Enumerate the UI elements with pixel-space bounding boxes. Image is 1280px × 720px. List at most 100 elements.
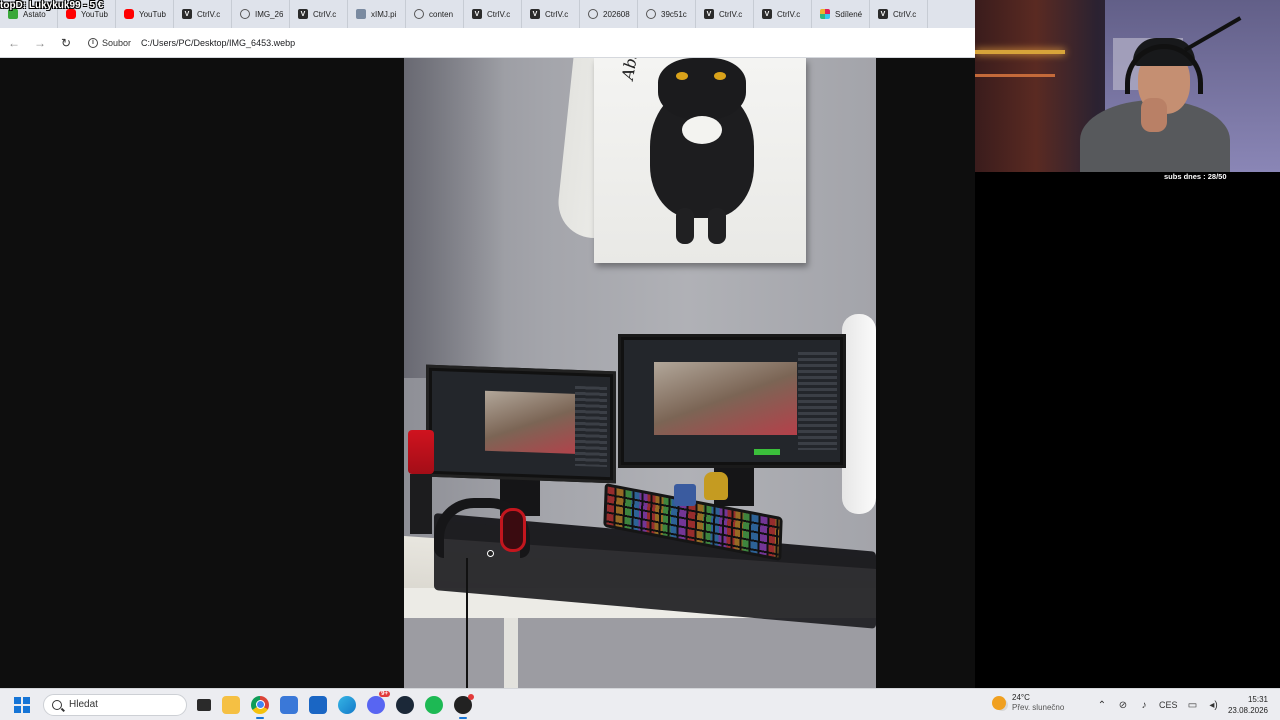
browser-tab-label: Sdílené	[835, 9, 863, 19]
weather-text: 24°C Přev. slunečno	[1012, 693, 1064, 713]
taskbar-search[interactable]: Hledat	[43, 693, 187, 716]
outlook-icon[interactable]	[309, 695, 327, 714]
windows-logo-tile	[23, 696, 30, 704]
browser-tab[interactable]: xIMJ.pi	[348, 0, 406, 28]
windows-taskbar: Hledat 9+ 24°C Přev. slunečno ⌃ ⊘ ♪ CES …	[0, 688, 1280, 720]
display-icon[interactable]: ▭	[1187, 699, 1199, 711]
start-button[interactable]	[11, 694, 33, 716]
search-icon	[52, 699, 62, 710]
ctrlv-icon: V	[182, 9, 192, 19]
browser-tab-label: CtrlV.c	[777, 9, 801, 19]
red-microphone	[408, 430, 434, 474]
browser-tab[interactable]: 202608	[580, 0, 638, 28]
edge-icon[interactable]	[338, 695, 356, 714]
url-text[interactable]: C:/Users/PC/Desktop/IMG_6453.webp	[141, 38, 295, 48]
webcam-shelf-light	[975, 50, 1065, 54]
left-monitor-screen	[432, 370, 610, 478]
back-button[interactable]: ←	[2, 31, 26, 55]
weather-temp: 24°C	[1012, 693, 1030, 702]
ctrlv-icon: V	[472, 9, 482, 19]
youtube-icon	[124, 9, 134, 19]
cat-paw-right	[708, 208, 726, 244]
under-desk	[404, 618, 876, 688]
search-placeholder: Hledat	[69, 699, 98, 710]
windows-logo-icon	[14, 696, 21, 704]
browser-tab[interactable]: YouTub	[116, 0, 174, 28]
chrome-icon[interactable]	[251, 695, 269, 719]
browser-tab[interactable]: V CtrlV.c	[696, 0, 754, 28]
browser-tab[interactable]: V CtrlV.c	[464, 0, 522, 28]
browser-toolbar: ← → ↻ i Soubor C:/Users/PC/Desktop/IMG_6…	[0, 28, 975, 58]
ctrlv-icon: V	[530, 9, 540, 19]
recording-dot-icon	[468, 693, 474, 700]
globe-icon	[240, 9, 250, 19]
webcam-shelf	[975, 74, 1055, 77]
weather-widget[interactable]: 24°C Přev. slunečno	[992, 693, 1064, 713]
forward-button[interactable]: →	[28, 31, 52, 55]
active-indicator	[256, 716, 264, 719]
left-monitor-video	[485, 390, 586, 455]
browser-tab[interactable]: V CtrlV.c	[754, 0, 812, 28]
webcam-feed	[975, 0, 1280, 172]
right-monitor	[618, 334, 846, 468]
system-tray: ⌃ ⊘ ♪ CES ▭ ◂)	[1096, 689, 1220, 720]
network-off-icon[interactable]: ⊘	[1117, 699, 1129, 711]
cat-head	[658, 58, 746, 120]
white-lamp	[842, 314, 876, 514]
left-monitor-chat	[574, 385, 607, 468]
taskbar-clock[interactable]: 15:31 23.08.2026	[1228, 694, 1268, 716]
reload-button[interactable]: ↻	[54, 31, 78, 55]
clock-date: 23.08.2026	[1227, 706, 1268, 715]
top-donation-overlay: topD: Lukykuk99 - 5 €	[0, 0, 104, 11]
screen: Astato YouTub YouTub V CtrlV.c IMG_26 V CtrlV.c…	[0, 0, 1280, 720]
chevron-up-icon[interactable]: ⌃	[1096, 699, 1108, 711]
browser-tab[interactable]: V CtrlV.c	[522, 0, 580, 28]
browser-tab[interactable]: IMG_26	[232, 0, 290, 28]
cat-paw-left	[676, 208, 694, 244]
gold-figurine	[704, 472, 728, 500]
globe-icon	[414, 9, 424, 19]
arrow-right-icon: →	[34, 35, 46, 50]
browser-tab-label: IMG_26	[255, 9, 284, 19]
image-viewer: Absolvent	[0, 58, 975, 688]
browser-tab-label: YouTub	[139, 9, 166, 19]
browser-tab[interactable]: Sdílené	[812, 0, 870, 28]
spotify-icon[interactable]	[425, 695, 443, 714]
left-monitor	[426, 364, 616, 484]
weather-desc: Přev. slunečno	[1012, 703, 1065, 712]
cat-painting	[646, 58, 758, 248]
browser-tab[interactable]: conten	[406, 0, 464, 28]
browser-tab[interactable]: V CtrlV.c	[174, 0, 232, 28]
language-indicator[interactable]: CES	[1159, 700, 1178, 710]
cat-eye-right	[714, 72, 726, 80]
steam-icon[interactable]	[396, 695, 414, 714]
file-explorer-icon[interactable]	[222, 695, 240, 714]
cat-eye-left	[676, 72, 688, 80]
address-bar[interactable]: i Soubor C:/Users/PC/Desktop/IMG_6453.we…	[88, 32, 295, 54]
site-info-chip[interactable]: i Soubor	[88, 37, 141, 48]
browser-tab[interactable]: V CtrlV.c	[290, 0, 348, 28]
microphone-base	[410, 474, 432, 534]
browser-tab[interactable]: 39c51c	[638, 0, 696, 28]
task-view-icon[interactable]	[197, 698, 211, 711]
store-icon[interactable]	[280, 695, 298, 714]
right-monitor-screen	[624, 340, 840, 462]
streamer-hand	[1141, 98, 1167, 132]
browser-tab[interactable]: V CtrlV.c	[870, 0, 928, 28]
headset-ear-cup	[500, 508, 526, 552]
browser-tab-label: xIMJ.pi	[371, 9, 397, 19]
browser-tab-label: CtrlV.c	[545, 9, 569, 19]
discord-badge: 9+	[379, 690, 390, 697]
image-icon	[356, 9, 366, 19]
browser-tab-label: CtrlV.c	[487, 9, 511, 19]
discord-icon[interactable]: 9+	[367, 690, 390, 714]
right-monitor-chat	[798, 352, 837, 450]
microphone-icon[interactable]: ♪	[1138, 699, 1150, 711]
right-monitor-video	[654, 361, 797, 436]
reload-icon: ↻	[60, 35, 72, 50]
obs-icon[interactable]	[454, 693, 474, 719]
volume-icon[interactable]: ◂)	[1208, 699, 1220, 711]
slack-icon	[820, 9, 830, 19]
headset-cable	[466, 558, 468, 688]
browser-tab-label: 202608	[603, 9, 630, 19]
